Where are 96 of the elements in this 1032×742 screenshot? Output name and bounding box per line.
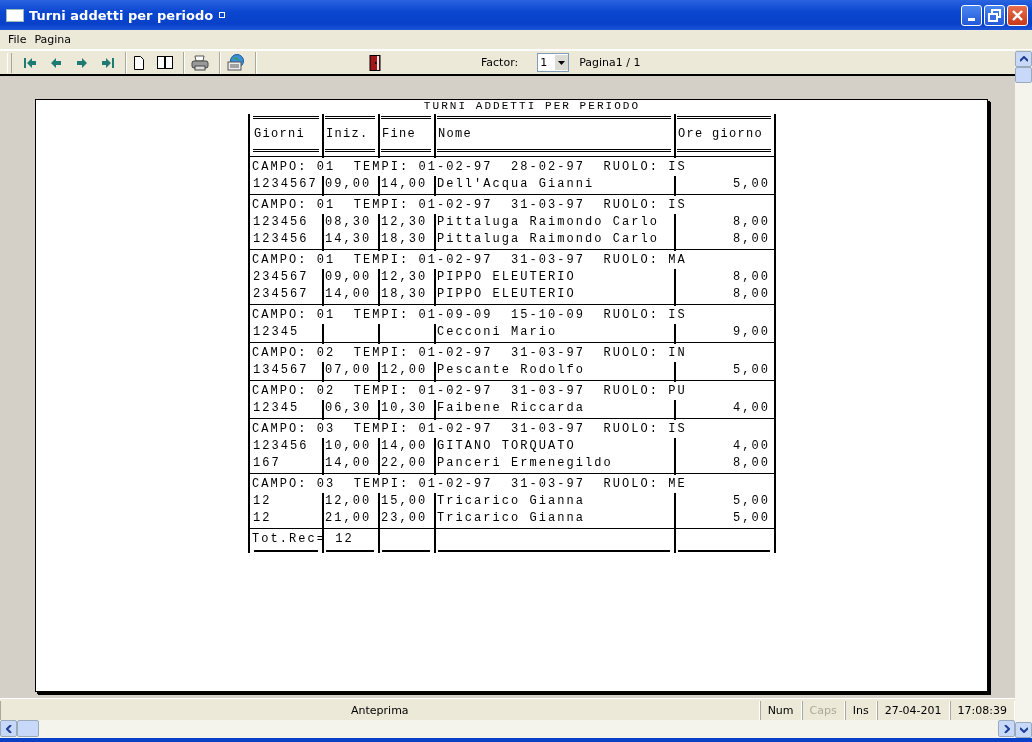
table-cell: 12345: [253, 401, 300, 415]
scroll-down-button[interactable]: [1015, 722, 1032, 738]
table-cell: 12,30: [381, 270, 428, 284]
table-cell: 09,00: [325, 270, 372, 284]
table-cell: 5,00: [733, 511, 770, 525]
factor-label: Factor:: [481, 56, 519, 69]
column-header: Iniz.: [325, 116, 375, 152]
column-header: Fine: [381, 116, 431, 152]
table-cell: 10,00: [325, 439, 372, 453]
table-cell: 14,00: [381, 439, 428, 453]
table-cell: PIPPO ELEUTERIO: [437, 270, 576, 284]
table-cell: 5,00: [733, 177, 770, 191]
total-records: Tot.Rec= 12: [251, 531, 355, 548]
table-cell: 8,00: [733, 287, 770, 301]
table-cell: Cecconi Mario: [437, 325, 558, 339]
scroll-thumb[interactable]: [1015, 67, 1032, 83]
table-cell: 14,00: [325, 456, 372, 470]
page-indicator: Pagina1 / 1: [579, 56, 641, 69]
table-cell: 8,00: [733, 215, 770, 229]
table-cell: 21,00: [325, 511, 372, 525]
table-cell: 123456: [253, 232, 309, 246]
caret-icon: [558, 60, 566, 65]
table-cell: 8,00: [733, 232, 770, 246]
table-cell: Panceri Ermenegildo: [437, 456, 613, 470]
single-page-icon[interactable]: [133, 55, 145, 70]
table-cell: 1234567: [253, 177, 318, 191]
column-header: Ore giorno: [677, 116, 771, 152]
menu-item[interactable]: File: [4, 33, 31, 46]
table-cell: 8,00: [733, 270, 770, 284]
table-cell: 12345: [253, 325, 300, 339]
table-cell: 15,00: [381, 494, 428, 508]
globe-document-icon[interactable]: [227, 54, 245, 71]
scroll-up-button[interactable]: [1015, 51, 1032, 67]
table-cell: 123456: [253, 439, 309, 453]
table-cell: 14,00: [381, 177, 428, 191]
table-cell: Dell'Acqua Gianni: [437, 177, 595, 191]
restore-button[interactable]: [984, 4, 1005, 26]
table-cell: 5,00: [733, 363, 770, 377]
table-cell: 12: [253, 511, 272, 525]
table-cell: 10,30: [381, 401, 428, 415]
minimize-button[interactable]: [961, 4, 982, 26]
scroll-thumb[interactable]: [17, 720, 39, 737]
close-button[interactable]: [1007, 4, 1028, 26]
table-cell: 8,00: [733, 456, 770, 470]
table-cell: 08,30: [325, 215, 372, 229]
table-cell: 12,00: [325, 494, 372, 508]
table-cell: Pittaluga Raimondo Carlo: [437, 215, 660, 229]
table-cell: 14,00: [325, 287, 372, 301]
scroll-left-button[interactable]: [0, 720, 17, 737]
first-page-icon[interactable]: [23, 56, 37, 69]
two-pages-icon[interactable]: [157, 56, 173, 69]
column-header: Nome: [437, 116, 671, 152]
table-cell: 134567: [253, 363, 309, 377]
table-cell: Faibene Riccarda: [437, 401, 586, 415]
printer-icon[interactable]: [191, 54, 209, 71]
minimize-icon: [968, 17, 975, 21]
table-cell: 167: [253, 456, 281, 470]
column-header: Giorni: [253, 116, 319, 152]
menu-item[interactable]: Pagina: [30, 33, 76, 46]
table-cell: Pittaluga Raimondo Carlo: [437, 232, 660, 246]
table-cell: 07,00: [325, 363, 372, 377]
table-cell: 234567: [253, 270, 309, 284]
table-cell: 234567: [253, 287, 309, 301]
close-icon: [1011, 8, 1024, 22]
scroll-right-button[interactable]: [998, 720, 1015, 737]
table-cell: GITANO TORQUATO: [437, 439, 576, 453]
table-cell: 23,00: [381, 511, 428, 525]
table-cell: 14,30: [325, 232, 372, 246]
door-icon[interactable]: [369, 54, 381, 71]
table-cell: 09,00: [325, 177, 372, 191]
table-cell: 12: [253, 494, 272, 508]
report-title: TURNI ADDETTI PER PERIODO: [422, 100, 642, 112]
table-cell: 22,00: [381, 456, 428, 470]
square-icon: [219, 12, 226, 18]
table-cell: 5,00: [733, 494, 770, 508]
table-cell: 18,30: [381, 232, 428, 246]
last-page-icon[interactable]: [101, 56, 115, 69]
window-icon: [6, 8, 24, 22]
table-cell: PIPPO ELEUTERIO: [437, 287, 576, 301]
table-cell: 4,00: [733, 439, 770, 453]
restore-icon: [988, 8, 1001, 22]
toolbar-grip: [7, 52, 12, 73]
table-cell: Tricarico Gianna: [437, 494, 586, 508]
table-cell: 18,30: [381, 287, 428, 301]
table-cell: Pescante Rodolfo: [437, 363, 586, 377]
previous-page-icon[interactable]: [49, 56, 63, 69]
next-page-icon[interactable]: [75, 56, 89, 69]
table-cell: 12,30: [381, 215, 428, 229]
window-title: Turni addetti per periodo: [29, 7, 214, 23]
table-cell: 9,00: [733, 325, 770, 339]
table-cell: Tricarico Gianna: [437, 511, 586, 525]
table-cell: 123456: [253, 215, 309, 229]
table-cell: 12,00: [381, 363, 428, 377]
table-cell: 06,30: [325, 401, 372, 415]
factor-dropdown[interactable]: 1: [537, 53, 570, 72]
table-cell: 4,00: [733, 401, 770, 415]
